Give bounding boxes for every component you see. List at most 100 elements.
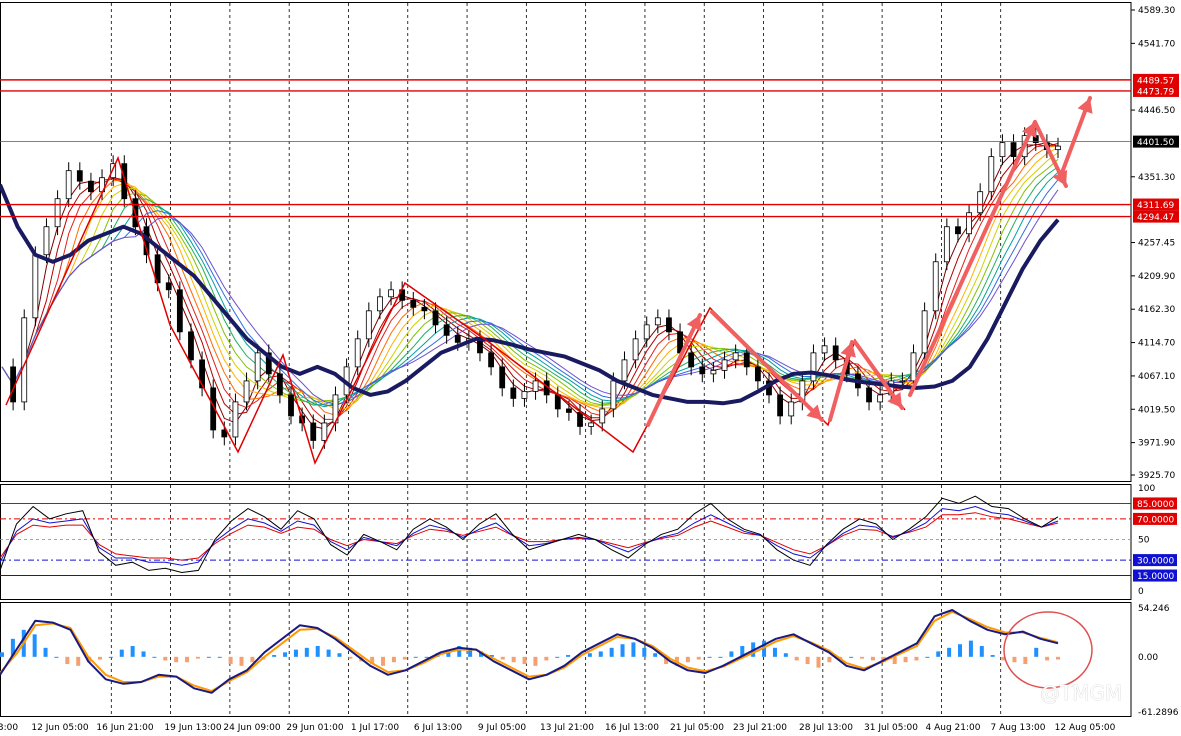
osc-y-tick-label: 100 bbox=[1138, 484, 1155, 494]
macd-histogram-bar bbox=[533, 656, 538, 666]
macd-histogram-bar bbox=[653, 653, 658, 657]
macd-histogram-bar bbox=[337, 653, 342, 657]
candle-body bbox=[243, 380, 250, 403]
macd-histogram-bar bbox=[718, 656, 723, 658]
macd-histogram-bar bbox=[65, 656, 70, 665]
macd-histogram-bar bbox=[816, 656, 821, 668]
candle-body bbox=[610, 380, 617, 410]
candle-body bbox=[966, 212, 972, 235]
candle-body bbox=[76, 170, 83, 182]
price-level-tag-label: 4311.69 bbox=[1137, 201, 1174, 211]
x-axis-label: 16 Jul 13:00 bbox=[605, 723, 659, 733]
macd-y-tick-label: 54.246 bbox=[1138, 604, 1170, 614]
macd-histogram-bar bbox=[76, 656, 81, 666]
macd-histogram-bar bbox=[54, 656, 59, 658]
x-axis-label: 16 Jun 21:00 bbox=[96, 723, 153, 733]
macd-histogram-bar bbox=[609, 647, 614, 657]
price-y-tick-label: 4067.10 bbox=[1138, 372, 1175, 382]
price-level-tag-label: 4473.79 bbox=[1137, 87, 1174, 97]
x-axis-label: 13 Jul 21:00 bbox=[540, 723, 594, 733]
osc-level-tag-label: 85.0000 bbox=[1137, 500, 1174, 510]
macd-histogram-bar bbox=[152, 656, 157, 658]
macd-histogram-bar bbox=[315, 646, 320, 657]
x-axis-label: 12 Aug 05:00 bbox=[1055, 723, 1116, 733]
candle-body bbox=[1010, 142, 1017, 158]
candle-body bbox=[310, 422, 317, 441]
price-level-tag-label: 4489.57 bbox=[1137, 76, 1174, 86]
x-axis-label: 3:00 bbox=[0, 723, 18, 733]
macd-histogram-bar bbox=[32, 634, 37, 657]
price-y-tick-label: 4541.70 bbox=[1138, 39, 1175, 49]
macd-histogram-bar bbox=[685, 656, 690, 663]
macd-histogram-bar bbox=[119, 649, 124, 657]
macd-histogram-bar bbox=[348, 656, 353, 659]
price-y-tick-label: 4209.90 bbox=[1138, 272, 1175, 282]
candle-body bbox=[410, 299, 417, 308]
candle-body bbox=[1055, 145, 1061, 151]
candle-body bbox=[521, 391, 528, 399]
macd-histogram-bar bbox=[522, 656, 527, 665]
macd-histogram-bar bbox=[555, 656, 560, 658]
price-y-tick-label: 4019.50 bbox=[1138, 405, 1175, 415]
macd-histogram-bar bbox=[794, 656, 799, 661]
macd-histogram-bar bbox=[97, 656, 102, 660]
macd-histogram-bar bbox=[598, 651, 603, 657]
macd-y-tick-label: 0.00 bbox=[1138, 653, 1158, 663]
price-level-tag-label: 4294.47 bbox=[1137, 213, 1174, 223]
macd-histogram-bar bbox=[206, 656, 211, 658]
candle-body bbox=[777, 394, 784, 417]
macd-histogram-bar bbox=[130, 646, 135, 657]
candle-body bbox=[377, 296, 383, 312]
macd-histogram-bar bbox=[141, 651, 146, 657]
macd-histogram-bar bbox=[185, 656, 190, 663]
macd-histogram-bar bbox=[903, 656, 908, 663]
macd-histogram-bar bbox=[217, 656, 222, 658]
macd-histogram-bar bbox=[293, 649, 298, 657]
osc-level-tag-label: 30.0000 bbox=[1137, 557, 1174, 567]
candle-body bbox=[832, 345, 839, 361]
candle-body bbox=[877, 394, 884, 403]
candle-body bbox=[121, 163, 128, 200]
price-y-tick-label: 4257.45 bbox=[1138, 239, 1175, 249]
candle-body bbox=[666, 317, 672, 333]
macd-histogram-bar bbox=[729, 651, 734, 657]
candle-body bbox=[176, 289, 183, 333]
candle-body bbox=[632, 338, 639, 361]
macd-histogram-bar bbox=[239, 656, 244, 666]
macd-histogram-bar bbox=[511, 656, 516, 663]
candle-body bbox=[599, 408, 606, 424]
x-axis-label: 28 Jul 13:00 bbox=[799, 723, 853, 733]
price-y-tick-label: 3971.90 bbox=[1138, 439, 1175, 449]
macd-histogram-bar bbox=[195, 656, 200, 659]
x-axis-label: 19 Jun 13:00 bbox=[164, 723, 221, 733]
candle-body bbox=[955, 226, 961, 235]
price-y-tick-label: 3925.70 bbox=[1138, 471, 1175, 481]
candle-body bbox=[710, 369, 717, 375]
candle-body bbox=[510, 387, 517, 399]
x-axis-label: 4 Aug 21:00 bbox=[926, 723, 981, 733]
macd-histogram-bar bbox=[631, 642, 636, 657]
candle-body bbox=[454, 334, 461, 343]
candle-body bbox=[365, 310, 372, 340]
candle-body bbox=[32, 254, 39, 319]
macd-histogram-bar bbox=[381, 656, 386, 666]
candle-body bbox=[943, 226, 950, 263]
candle-body bbox=[743, 352, 750, 368]
macd-histogram-bar bbox=[914, 656, 919, 661]
macd-histogram-bar bbox=[1012, 656, 1017, 663]
candle-body bbox=[643, 324, 650, 340]
candle-body bbox=[810, 352, 817, 382]
candle-body bbox=[232, 401, 239, 438]
candle-body bbox=[921, 310, 928, 354]
macd-histogram-bar bbox=[1045, 656, 1050, 661]
macd-histogram-bar bbox=[968, 640, 973, 657]
candle-body bbox=[566, 408, 572, 413]
macd-histogram-bar bbox=[272, 655, 277, 657]
candle-body bbox=[388, 289, 394, 298]
macd-histogram-bar bbox=[402, 656, 407, 660]
osc-y-tick-label: 0 bbox=[1138, 587, 1144, 597]
macd-histogram-bar bbox=[228, 656, 233, 665]
macd-histogram-bar bbox=[108, 656, 113, 658]
candle-body bbox=[788, 401, 795, 417]
price-y-tick-label: 4351.30 bbox=[1138, 173, 1175, 183]
